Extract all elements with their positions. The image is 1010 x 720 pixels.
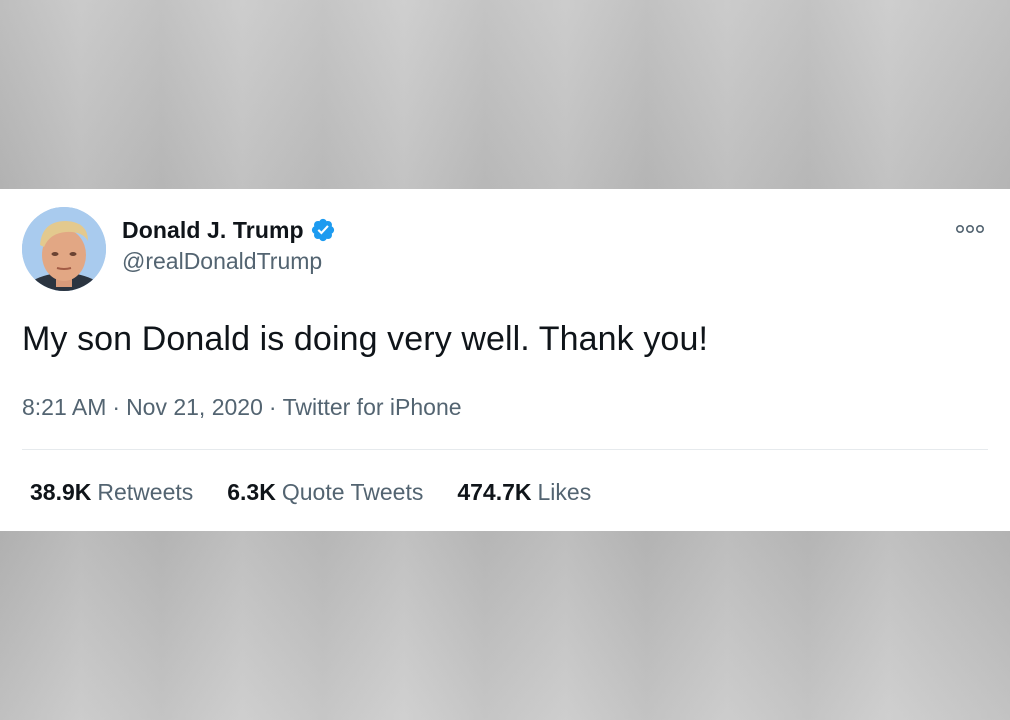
verified-badge-icon	[311, 218, 334, 242]
quote-tweets-stat[interactable]: 6.3K Quote Tweets	[227, 479, 423, 506]
meta-separator: ·	[268, 394, 277, 420]
author-row: Donald J. Trump	[122, 215, 336, 245]
tweet-text: My son Donald is doing very well. Thank …	[22, 320, 708, 358]
retweets-count: 38.9K	[30, 479, 92, 505]
retweets-label: Retweets	[97, 479, 194, 505]
avatar[interactable]	[22, 207, 106, 291]
quote-tweets-count: 6.3K	[227, 479, 276, 505]
avatar-portrait-icon	[22, 207, 106, 291]
likes-stat[interactable]: 474.7K Likes	[457, 479, 591, 506]
display-name[interactable]: Donald J. Trump	[122, 217, 304, 244]
more-options-button[interactable]	[952, 219, 988, 239]
more-options-icon	[955, 224, 984, 234]
tweet-meta: 8:21 AM · Nov 21, 2020 · Twitter for iPhone	[22, 394, 462, 421]
background-top	[0, 0, 1010, 189]
divider	[22, 449, 988, 450]
likes-count: 474.7K	[457, 479, 532, 505]
tweet-card: Donald J. Trump @realDonaldTrump My son …	[0, 189, 1010, 531]
quote-tweets-label: Quote Tweets	[281, 479, 424, 505]
likes-label: Likes	[537, 479, 592, 505]
tweet-date[interactable]: Nov 21, 2020	[126, 394, 263, 420]
retweets-stat[interactable]: 38.9K Retweets	[30, 479, 193, 506]
engagement-stats: 38.9K Retweets 6.3K Quote Tweets 474.7K Lik…	[30, 479, 625, 506]
handle[interactable]: @realDonaldTrump	[122, 248, 322, 275]
tweet-source[interactable]: Twitter for iPhone	[283, 394, 462, 420]
tweet-time[interactable]: 8:21 AM	[22, 394, 106, 420]
background-bottom	[0, 531, 1010, 720]
meta-separator: ·	[112, 394, 121, 420]
